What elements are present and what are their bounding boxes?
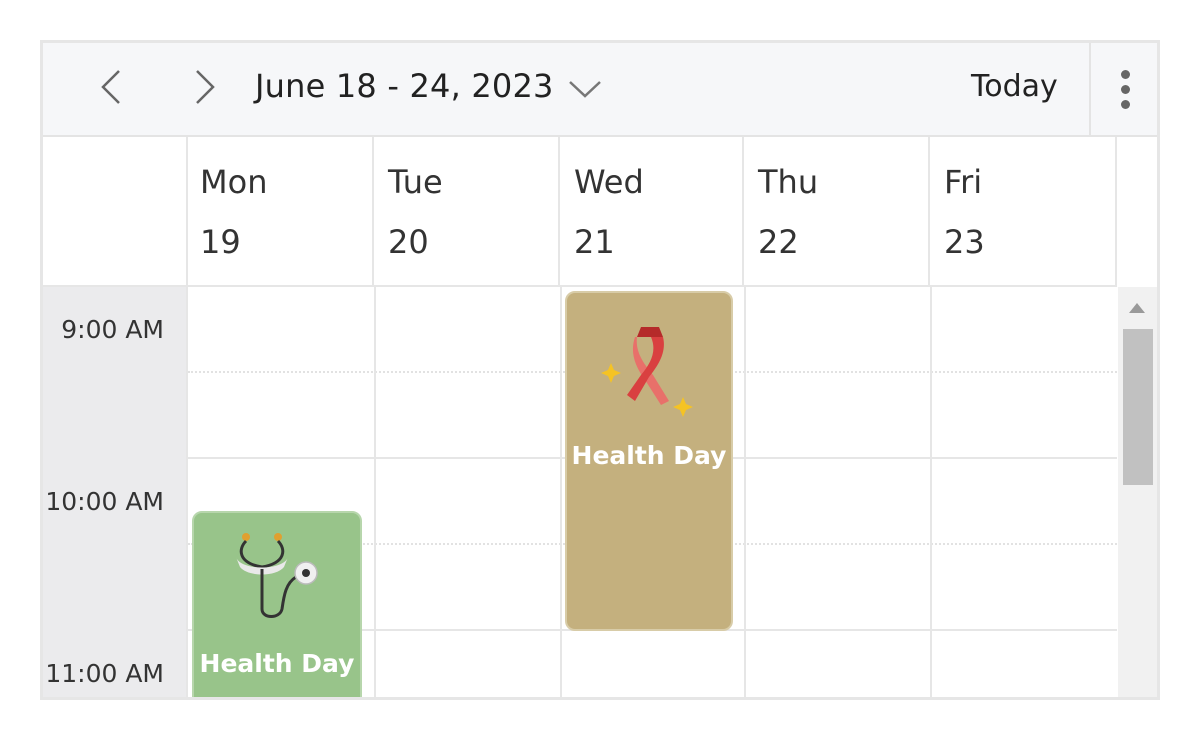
- scheduler: June 18 - 24, 2023 Today Mon 19 Tue 20 W…: [40, 40, 1160, 700]
- time-axis: 9:00 AM 10:00 AM 11:00 AM: [43, 287, 188, 697]
- day-number: 20: [388, 223, 429, 261]
- event-health-day-mon[interactable]: Health Day: [192, 511, 362, 697]
- awareness-ribbon-icon: [601, 327, 693, 417]
- event-health-day-wed[interactable]: Health Day: [565, 291, 733, 631]
- toolbar: June 18 - 24, 2023 Today: [43, 43, 1157, 137]
- time-label: 9:00 AM: [61, 315, 164, 344]
- header-corner: [43, 137, 188, 285]
- day-header-fri[interactable]: Fri 23: [930, 137, 1117, 285]
- time-label: 10:00 AM: [45, 487, 164, 516]
- chevron-left-icon: [101, 70, 120, 104]
- event-title: Health Day: [199, 649, 355, 678]
- next-week-button[interactable]: [183, 65, 227, 109]
- scroll-up-arrow-icon[interactable]: [1129, 303, 1145, 313]
- day-name: Wed: [574, 163, 644, 201]
- scrollbar-thumb[interactable]: [1123, 329, 1153, 485]
- more-options-button[interactable]: [1105, 67, 1145, 111]
- day-name: Mon: [200, 163, 268, 201]
- date-header-row: Mon 19 Tue 20 Wed 21 Thu 22 Fri 23: [43, 137, 1117, 287]
- date-range-dropdown[interactable]: [563, 71, 607, 107]
- day-number: 21: [574, 223, 615, 261]
- column-divider: [374, 287, 376, 697]
- vertical-scrollbar[interactable]: [1118, 287, 1157, 697]
- day-name: Tue: [388, 163, 443, 201]
- column-divider: [744, 287, 746, 697]
- day-name: Fri: [944, 163, 983, 201]
- day-name: Thu: [758, 163, 819, 201]
- more-vertical-icon: [1120, 69, 1130, 79]
- time-label: 11:00 AM: [45, 659, 164, 688]
- event-title: Health Day: [571, 441, 727, 470]
- day-number: 22: [758, 223, 799, 261]
- day-number: 23: [944, 223, 985, 261]
- time-grid[interactable]: Health Day Health Day: [188, 287, 1117, 697]
- stethoscope-icon: [236, 533, 318, 618]
- chevron-right-icon: [196, 70, 215, 104]
- day-header-wed[interactable]: Wed 21: [560, 137, 744, 285]
- day-number: 19: [200, 223, 241, 261]
- day-header-mon[interactable]: Mon 19: [186, 137, 374, 285]
- previous-week-button[interactable]: [89, 65, 133, 109]
- date-range-label[interactable]: June 18 - 24, 2023: [255, 67, 554, 105]
- day-header-thu[interactable]: Thu 22: [744, 137, 930, 285]
- day-header-tue[interactable]: Tue 20: [374, 137, 560, 285]
- header-scroll-spacer: [1118, 137, 1157, 285]
- column-divider: [930, 287, 932, 697]
- toolbar-divider: [1089, 43, 1091, 135]
- column-divider: [560, 287, 562, 697]
- chevron-down-icon: [569, 81, 601, 98]
- today-button[interactable]: Today: [971, 69, 1058, 104]
